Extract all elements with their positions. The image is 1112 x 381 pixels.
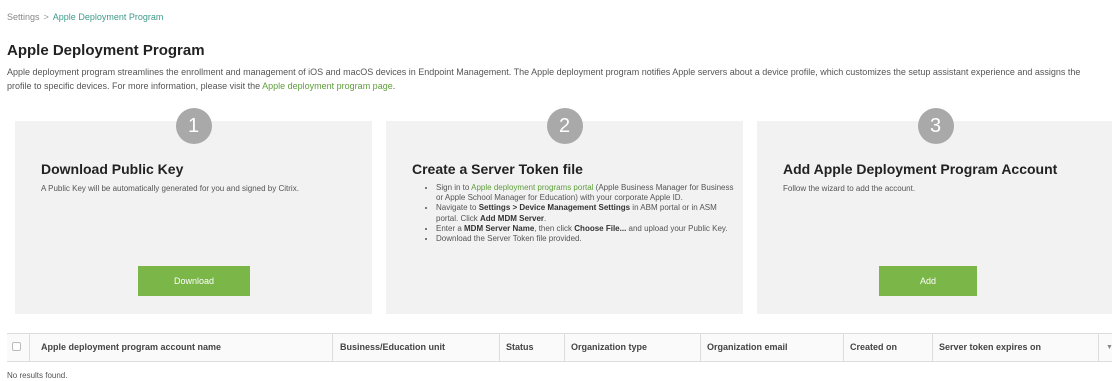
step-number-badge: 1 [175, 108, 212, 144]
item-bold-text: Add MDM Server [480, 213, 545, 223]
breadcrumb-current: Apple Deployment Program [52, 12, 164, 22]
column-header-business-unit[interactable]: Business/Education unit [340, 334, 445, 361]
list-item: Enter a MDM Server Name, then click Choo… [436, 224, 736, 234]
chevron-down-icon[interactable]: ▼ [1106, 334, 1112, 361]
adp-page-link[interactable]: Apple deployment program page [262, 81, 393, 91]
accounts-table-header: Apple deployment program account name Bu… [7, 333, 1112, 362]
column-header-account-name[interactable]: Apple deployment program account name [41, 334, 221, 361]
item-text: Sign in to [436, 183, 472, 192]
column-divider [29, 334, 30, 361]
instructions-list: Sign in to Apple deployment programs por… [426, 183, 736, 244]
step-number-badge: 2 [546, 108, 583, 144]
step-description: A Public Key will be automatically gener… [41, 184, 299, 193]
item-text: . [544, 213, 547, 223]
step-title: Create a Server Token file [412, 161, 583, 177]
column-divider [499, 334, 500, 361]
list-item: Download the Server Token file provided. [436, 234, 736, 244]
column-header-created-on[interactable]: Created on [850, 334, 897, 361]
item-text: , then click [534, 223, 575, 233]
item-bold-text: Choose File... [574, 223, 627, 233]
adp-portal-link[interactable]: Apple deployment programs portal [471, 183, 593, 192]
column-header-organization-email[interactable]: Organization email [707, 334, 788, 361]
item-text: Navigate to [436, 203, 479, 213]
select-all-checkbox[interactable] [12, 342, 21, 351]
add-button[interactable]: Add [879, 266, 977, 296]
column-divider [700, 334, 701, 361]
breadcrumb-settings-link[interactable]: Settings [7, 12, 40, 22]
page-title: Apple Deployment Program [7, 42, 205, 59]
column-divider [564, 334, 565, 361]
step-card-download-key: 1 Download Public Key A Public Key will … [15, 108, 372, 314]
column-divider [332, 334, 333, 361]
item-text: Download the Server Token file provided. [436, 234, 582, 244]
column-header-token-expires[interactable]: Server token expires on [939, 334, 1041, 361]
column-divider [843, 334, 844, 361]
step-title: Download Public Key [41, 161, 184, 177]
step-number-badge: 3 [917, 108, 954, 144]
list-item: Sign in to Apple deployment programs por… [436, 183, 736, 203]
item-bold-text: MDM Server Name [464, 223, 535, 233]
download-button[interactable]: Download [138, 266, 250, 296]
breadcrumb: Settings > Apple Deployment Program [7, 12, 163, 22]
column-header-organization-type[interactable]: Organization type [571, 334, 647, 361]
description-end: . [392, 81, 396, 91]
column-header-status[interactable]: Status [506, 334, 534, 361]
item-text: and upload your Public Key. [626, 223, 728, 233]
step-title: Add Apple Deployment Program Account [783, 161, 1058, 177]
column-divider [1098, 334, 1099, 361]
page-description: Apple deployment program streamlines the… [7, 65, 1107, 93]
list-item: Navigate to Settings > Device Management… [436, 203, 736, 223]
step-card-add-account: 3 Add Apple Deployment Program Account F… [757, 108, 1112, 314]
item-text: Enter a [436, 223, 465, 233]
step-description: Follow the wizard to add the account. [783, 184, 916, 193]
item-bold-text: Settings > Device Management Settings [478, 203, 631, 213]
step-card-server-token: 2 Create a Server Token file Sign in to … [386, 108, 743, 314]
column-divider [932, 334, 933, 361]
empty-state-message: No results found. [7, 371, 68, 380]
breadcrumb-separator: > [43, 12, 49, 22]
description-text: Apple deployment program streamlines the… [7, 67, 1081, 91]
